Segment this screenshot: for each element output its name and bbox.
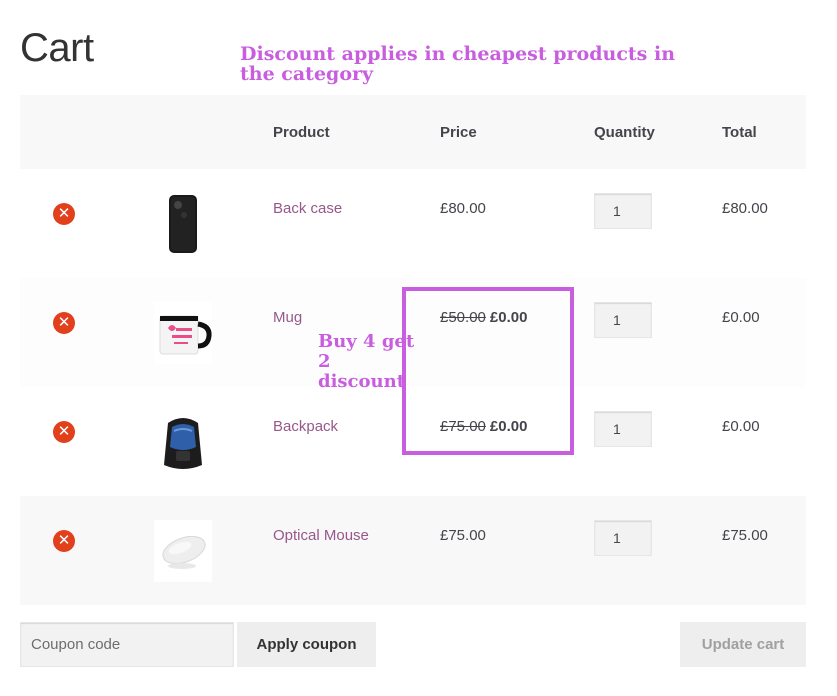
annotation-discount-note: Discount applies in cheapest products in… <box>240 43 676 85</box>
price-cell: £80.00 <box>440 200 486 217</box>
update-cart-button[interactable]: Update cart <box>680 622 806 667</box>
total-cell: £0.00 <box>722 309 760 326</box>
table-header: Product Price Quantity Total <box>20 95 806 169</box>
product-link-back-case[interactable]: Back case <box>273 200 342 217</box>
product-thumbnail-back-case[interactable] <box>154 193 212 255</box>
product-thumbnail-backpack[interactable] <box>154 411 212 473</box>
total-cell: £75.00 <box>722 527 768 544</box>
remove-icon[interactable]: ✕ <box>53 312 75 334</box>
price-value: £80.00 <box>440 200 486 217</box>
page-title: Cart <box>20 26 94 70</box>
remove-icon[interactable]: ✕ <box>53 203 75 225</box>
remove-icon[interactable]: ✕ <box>53 421 75 443</box>
total-cell: £80.00 <box>722 200 768 217</box>
price-value: £75.00 <box>440 527 486 544</box>
product-thumbnail-optical-mouse[interactable] <box>154 520 212 582</box>
product-link-mug[interactable]: Mug <box>273 309 302 326</box>
quantity-input[interactable] <box>594 302 652 338</box>
quantity-input[interactable] <box>594 520 652 556</box>
product-link-optical-mouse[interactable]: Optical Mouse <box>273 527 369 544</box>
quantity-input[interactable] <box>594 193 652 229</box>
table-row: ✕ Back case £80.00 £80.00 <box>20 169 806 278</box>
remove-icon[interactable]: ✕ <box>53 530 75 552</box>
product-link-backpack[interactable]: Backpack <box>273 418 338 435</box>
header-product: Product <box>273 124 330 141</box>
header-total: Total <box>722 124 757 141</box>
quantity-input[interactable] <box>594 411 652 447</box>
coupon-code-input[interactable] <box>20 622 234 667</box>
total-cell: £0.00 <box>722 418 760 435</box>
price-cell: £75.00 <box>440 527 486 544</box>
apply-coupon-button[interactable]: Apply coupon <box>237 622 376 667</box>
discount-highlight-box <box>402 287 574 455</box>
table-row: ✕ Optical Mouse £75.00 £75.00 <box>20 496 806 605</box>
header-quantity: Quantity <box>594 124 655 141</box>
header-price: Price <box>440 124 477 141</box>
product-thumbnail-mug[interactable] <box>154 302 212 364</box>
annotation-buy-get: Buy 4 get 2 discount <box>318 331 415 392</box>
